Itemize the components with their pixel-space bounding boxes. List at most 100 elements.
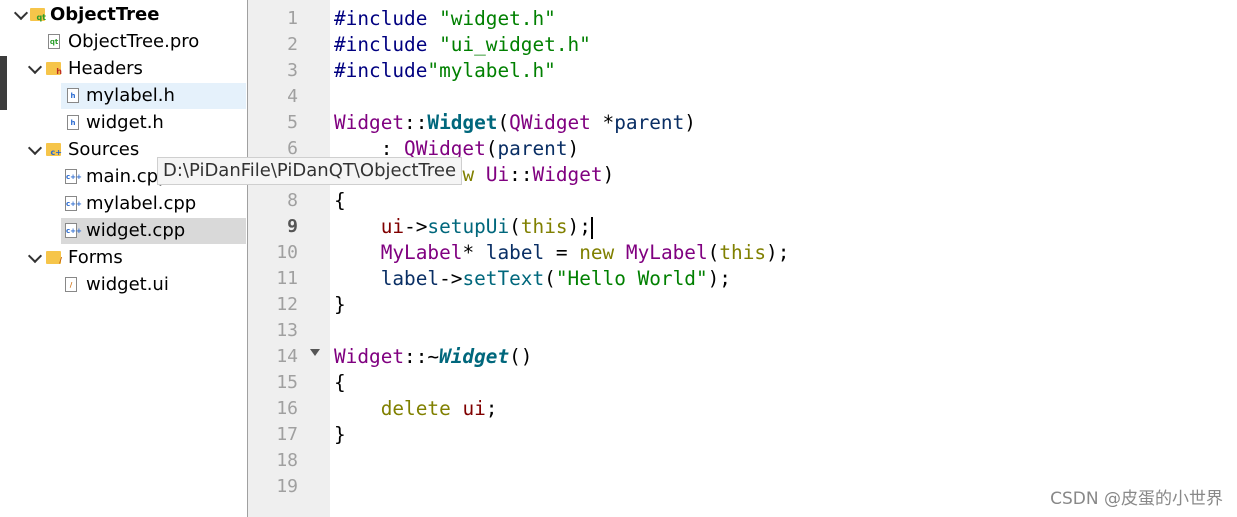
- code-token: *: [590, 111, 615, 134]
- code-token: this: [719, 241, 767, 264]
- code-token: QWidget: [509, 111, 591, 134]
- tree-item-label: Forms: [68, 247, 123, 268]
- code-token: Ui: [485, 163, 510, 186]
- code-token: Widget: [334, 345, 405, 368]
- code-token: MyLabel: [380, 241, 463, 264]
- code-token: MyLabel: [625, 241, 708, 264]
- line-number: 5: [287, 112, 298, 133]
- tree-folder-headers[interactable]: h Headers: [26, 56, 246, 82]
- code-token: parent: [614, 111, 685, 134]
- code-line[interactable]: [334, 448, 789, 474]
- line-number: 12: [276, 294, 298, 315]
- path-tooltip: D:\PiDanFile\PiDanQT\ObjectTree: [157, 157, 463, 185]
- code-token: #include: [334, 59, 428, 82]
- code-token: ;: [485, 397, 498, 420]
- tree-item-widget-cpp[interactable]: c++ widget.cpp: [61, 218, 246, 244]
- code-line[interactable]: {: [334, 370, 789, 396]
- chevron-down-icon[interactable]: [13, 5, 29, 21]
- code-line[interactable]: [334, 474, 789, 500]
- line-number: 2: [287, 34, 298, 55]
- tree-item-mylabel-cpp[interactable]: c++ mylabel.cpp: [61, 191, 246, 217]
- tree-item-mylabel-h[interactable]: h mylabel.h: [61, 83, 246, 109]
- side-strip-handle[interactable]: [0, 56, 7, 110]
- cpp-file-icon: c++: [65, 169, 82, 184]
- code-token: "Hello World": [555, 267, 708, 290]
- line-number: 19: [276, 476, 298, 497]
- code-token: Widget: [439, 345, 510, 368]
- sources-folder-icon: c+: [46, 143, 62, 157]
- cpp-file-icon: c++: [65, 196, 82, 211]
- code-token: (: [509, 215, 521, 238]
- code-token: (): [509, 345, 533, 368]
- fold-arrow-icon[interactable]: [310, 349, 320, 356]
- code-token: setText: [462, 267, 545, 290]
- code-line[interactable]: }: [334, 292, 789, 318]
- tree-item-label: ObjectTree.pro: [68, 31, 200, 52]
- code-token: {: [334, 189, 346, 212]
- code-token: ): [602, 163, 615, 186]
- code-token: );: [567, 215, 591, 238]
- tree-folder-forms[interactable]: / Forms: [26, 245, 246, 271]
- tree-root-objecttree[interactable]: qt ObjectTree: [10, 2, 246, 28]
- code-token: (: [707, 241, 720, 264]
- code-line[interactable]: #include "widget.h": [334, 6, 789, 32]
- code-line[interactable]: [334, 84, 789, 110]
- code-line[interactable]: delete ui;: [334, 396, 789, 422]
- code-token: new: [579, 241, 615, 264]
- line-number: 10: [276, 242, 298, 263]
- code-token: ): [567, 137, 580, 160]
- code-line[interactable]: MyLabel* label = new MyLabel(this);: [334, 240, 790, 266]
- qt-pro-file-icon: qt: [48, 34, 60, 49]
- code-line[interactable]: [334, 318, 789, 344]
- line-number-gutter: 12345678910111213141516171819: [248, 0, 330, 517]
- code-token: {: [334, 371, 346, 394]
- tree-item-label: Sources: [68, 139, 140, 160]
- code-line[interactable]: Widget::~Widget(): [334, 344, 789, 370]
- chevron-down-icon[interactable]: [27, 59, 43, 75]
- code-token: ui: [380, 215, 405, 238]
- line-number: 17: [276, 424, 298, 445]
- code-token: parent: [497, 137, 568, 160]
- code-line[interactable]: #include"mylabel.h": [334, 58, 789, 84]
- code-token: ui: [462, 397, 486, 420]
- code-token: =: [544, 241, 580, 264]
- line-number: 3: [287, 60, 298, 81]
- forms-folder-icon: /: [46, 251, 62, 265]
- code-area[interactable]: #include "widget.h" #include "ui_widget.h…: [334, 6, 789, 500]
- code-line[interactable]: }: [334, 422, 789, 448]
- line-number: 11: [276, 268, 298, 289]
- tree-item-widget-ui[interactable]: / widget.ui: [61, 272, 246, 298]
- line-number: 15: [276, 372, 298, 393]
- code-line[interactable]: Widget::Widget(QWidget *parent): [334, 110, 789, 136]
- code-token: "widget.h": [439, 7, 556, 30]
- code-token: label: [485, 241, 545, 264]
- code-token: delete: [380, 397, 451, 420]
- code-token: );: [766, 241, 790, 264]
- tree-item-label: widget.h: [86, 112, 164, 133]
- code-token: ->: [439, 267, 463, 290]
- code-token: Widget: [532, 163, 603, 186]
- tree-root-label: ObjectTree: [50, 4, 160, 25]
- tree-item-label: widget.ui: [86, 274, 169, 295]
- code-editor[interactable]: 12345678910111213141516171819 #include "…: [248, 0, 1237, 517]
- text-cursor: [590, 216, 593, 239]
- code-token: }: [334, 423, 346, 446]
- chevron-down-icon[interactable]: [27, 248, 43, 264]
- tree-item-widget-h[interactable]: h widget.h: [61, 110, 246, 136]
- code-line[interactable]: {: [334, 188, 789, 214]
- code-line[interactable]: ui->setupUi(this);: [334, 214, 789, 240]
- code-line[interactable]: label->setText("Hello World");: [334, 266, 789, 292]
- tree-item-objecttree-pro[interactable]: qt ObjectTree.pro: [44, 29, 246, 55]
- ui-file-icon: /: [65, 277, 77, 292]
- line-number: 13: [276, 320, 298, 341]
- line-number: 8: [287, 190, 298, 211]
- code-token: ::: [404, 111, 428, 134]
- code-line[interactable]: #include "ui_widget.h": [334, 32, 789, 58]
- tree-item-label: Headers: [68, 58, 143, 79]
- chevron-down-icon[interactable]: [27, 140, 43, 156]
